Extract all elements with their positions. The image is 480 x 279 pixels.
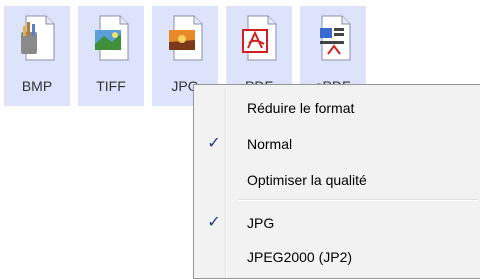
jpg-file-icon (166, 14, 206, 62)
bmp-format-button[interactable]: BMP (4, 6, 70, 106)
tiff-file-icon (92, 14, 132, 62)
check-icon: ✓ (207, 135, 221, 152)
menu-item-label: JPEG2000 (JP2) (247, 249, 353, 265)
menu-item-normal[interactable]: ✓ Normal (196, 127, 480, 161)
check-icon (196, 240, 232, 274)
menu-item-label: Réduire le format (247, 100, 355, 116)
menu-item-optimize-quality[interactable]: Optimiser la qualité (196, 163, 480, 197)
menu-item-jpg[interactable]: ✓ JPG (196, 206, 480, 240)
spdf-file-icon (314, 14, 354, 62)
format-label: TIFF (96, 78, 126, 94)
menu-item-label: JPG (247, 215, 275, 231)
menu-separator (238, 199, 478, 201)
check-icon (196, 163, 232, 197)
menu-item-jpeg2000[interactable]: JPEG2000 (JP2) (196, 240, 480, 274)
menu-item-reduce-size[interactable]: Réduire le format (196, 91, 480, 125)
check-icon (196, 91, 232, 125)
check-icon: ✓ (207, 214, 221, 231)
pdf-file-icon (240, 14, 280, 62)
format-label: BMP (21, 78, 53, 94)
tiff-format-button[interactable]: TIFF (78, 6, 144, 106)
bmp-file-icon (18, 14, 58, 62)
format-options-context-menu: Réduire le format ✓ Normal Optimiser la … (193, 84, 480, 279)
menu-item-label: Optimiser la qualité (247, 172, 367, 188)
menu-item-label: Normal (247, 136, 293, 152)
